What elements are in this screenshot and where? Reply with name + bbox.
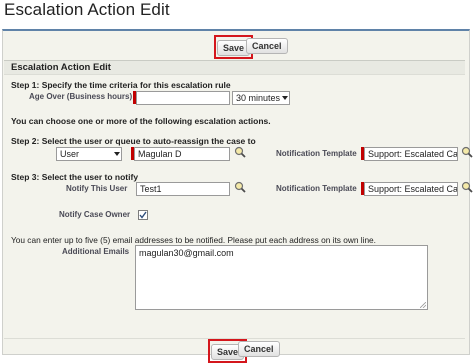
cancel-button-top[interactable]: Cancel <box>246 38 288 54</box>
resize-handle-icon[interactable] <box>420 302 426 308</box>
checkmark-icon <box>139 211 147 219</box>
additional-emails-value: magulan30@gmail.com <box>139 248 234 258</box>
notification-template-label: Notification Template <box>276 149 357 158</box>
step3-heading: Step 3: Select the user to notify <box>11 172 139 182</box>
additional-emails-textarea[interactable]: magulan30@gmail.com <box>135 245 428 310</box>
notify-user-label: Notify This User <box>66 184 128 193</box>
intro-text: You can choose one or more of the follow… <box>11 116 271 126</box>
minutes-select-value: 30 minutes <box>236 93 281 103</box>
notification-template-input[interactable]: Support: Escalated Cas <box>364 147 458 161</box>
cancel-button-bottom[interactable]: Cancel <box>238 341 280 357</box>
notification-template-input-2[interactable]: Support: Escalated Cas <box>364 182 458 196</box>
chevron-down-icon <box>282 96 288 100</box>
magnifier-lookup-icon[interactable] <box>461 181 473 193</box>
step2-heading: Step 2: Select the user or queue to auto… <box>11 136 256 146</box>
magnifier-lookup-icon[interactable] <box>461 146 473 158</box>
page-title: Escalation Action Edit <box>4 0 170 19</box>
magnifier-lookup-icon[interactable] <box>234 146 246 158</box>
owner-lookup-input[interactable]: Magulan D <box>134 147 230 161</box>
notify-case-owner-checkbox[interactable] <box>138 210 148 220</box>
section-title: Escalation Action Edit <box>11 62 111 73</box>
notify-case-owner-label: Notify Case Owner <box>59 210 131 219</box>
email-instructions: You can enter up to five (5) email addre… <box>11 235 376 245</box>
age-over-label: Age Over (Business hours) <box>29 92 133 101</box>
additional-emails-label: Additional Emails <box>62 247 130 256</box>
magnifier-lookup-icon[interactable] <box>234 181 246 193</box>
chevron-down-icon <box>114 152 120 156</box>
step1-heading: Step 1: Specify the time criteria for th… <box>11 80 231 90</box>
owner-type-select[interactable]: User <box>56 147 122 161</box>
notification-template-label-2: Notification Template <box>276 184 357 193</box>
age-over-input[interactable] <box>136 91 230 105</box>
notify-user-input[interactable]: Test1 <box>136 182 230 196</box>
owner-type-value: User <box>60 149 80 159</box>
